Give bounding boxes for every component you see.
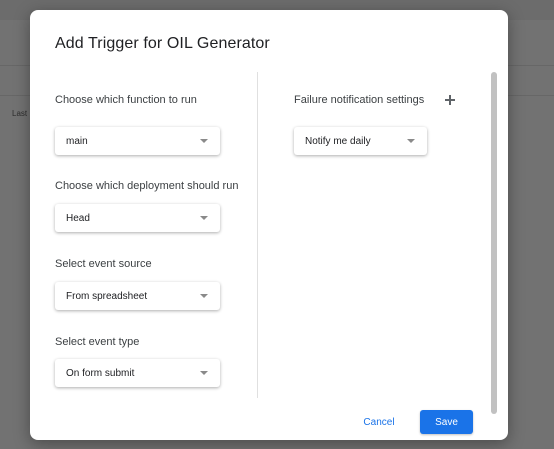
function-label: Choose which function to run — [55, 94, 197, 106]
caret-down-icon — [200, 216, 208, 220]
background-last-label: Last — [12, 109, 28, 118]
add-trigger-dialog: Add Trigger for OIL Generator Choose whi… — [30, 10, 508, 440]
cancel-button[interactable]: Cancel — [353, 410, 405, 434]
column-divider — [257, 72, 258, 398]
deployment-label: Choose which deployment should run — [55, 180, 239, 192]
event-type-select[interactable]: On form submit — [55, 359, 220, 387]
function-select[interactable]: main — [55, 127, 220, 155]
plus-icon[interactable] — [441, 91, 459, 109]
event-type-label: Select event type — [55, 336, 140, 348]
scrollbar[interactable] — [491, 72, 497, 414]
event-source-select[interactable]: From spreadsheet — [55, 282, 220, 310]
event-source-select-value: From spreadsheet — [66, 290, 148, 302]
failure-notification-select[interactable]: Notify me daily — [294, 127, 427, 155]
deployment-select-value: Head — [66, 212, 90, 224]
caret-down-icon — [200, 139, 208, 143]
failure-notification-value: Notify me daily — [305, 135, 371, 147]
deployment-select[interactable]: Head — [55, 204, 220, 232]
caret-down-icon — [200, 294, 208, 298]
function-select-value: main — [66, 135, 88, 147]
dialog-title: Add Trigger for OIL Generator — [55, 35, 270, 52]
caret-down-icon — [200, 371, 208, 375]
event-source-label: Select event source — [55, 258, 152, 270]
caret-down-icon — [407, 139, 415, 143]
failure-notification-label: Failure notification settings — [294, 94, 425, 106]
save-button[interactable]: Save — [420, 410, 473, 434]
event-type-select-value: On form submit — [66, 367, 135, 379]
